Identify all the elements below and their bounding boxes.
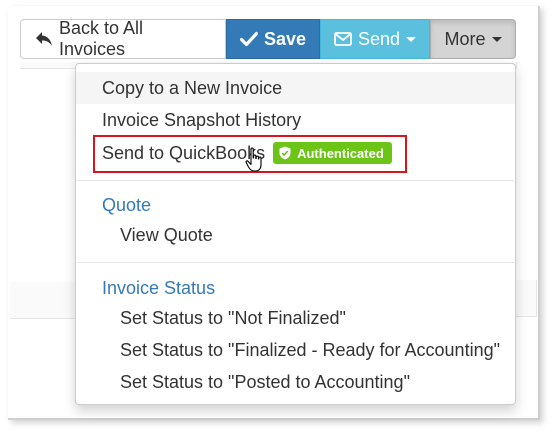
save-button[interactable]: Save [226,19,320,59]
menu-divider [77,262,514,263]
envelope-icon [334,32,352,46]
invoice-status-section-header: Invoice Status [102,274,215,302]
hand-pointer-cursor-icon [245,147,265,178]
menu-item-label: Set Status to "Not Finalized" [120,307,346,328]
reply-arrow-icon [35,31,53,47]
menu-item-label: Copy to a New Invoice [102,77,283,98]
section-header-label: Invoice Status [102,277,216,298]
shield-check-icon [279,146,291,160]
menu-item-view-quote[interactable]: View Quote [76,219,515,251]
menu-item-label: Send to QuickBooks [102,142,266,163]
authenticated-badge-label: Authenticated [297,145,384,161]
menu-item-status-finalized[interactable]: Set Status to "Finalized - Ready for Acc… [76,334,515,366]
menu-item-label: Set Status to "Finalized - Ready for Acc… [120,339,500,360]
menu-item-status-not-finalized[interactable]: Set Status to "Not Finalized" [76,302,515,334]
menu-item-label: Invoice Snapshot History [102,109,302,130]
background-panel-left [10,282,76,319]
chevron-down-icon [491,36,502,42]
menu-item-label: View Quote [120,224,213,245]
back-to-invoices-label: Back to All Invoices [59,18,144,59]
menu-item-label: Set Status to "Posted to Accounting" [120,371,410,392]
send-dropdown-button[interactable]: Send [320,19,430,59]
checkmark-icon [239,31,258,47]
section-header-label: Quote [102,194,152,215]
menu-divider [77,180,514,181]
quote-section-header: Quote [102,191,151,219]
menu-item-copy-invoice[interactable]: Copy to a New Invoice [76,72,515,104]
back-to-invoices-button[interactable]: Back to All Invoices [20,18,226,59]
more-dropdown-menu: Copy to a New Invoice Invoice Snapshot H… [75,63,516,405]
menu-item-status-posted[interactable]: Set Status to "Posted to Accounting" [76,366,515,398]
invoice-toolbar: Back to All Invoices Save Send More [20,18,516,59]
save-label: Save [263,28,307,49]
menu-item-send-to-quickbooks[interactable]: Send to QuickBooks Authenticated [76,137,515,169]
chevron-down-icon [406,36,417,42]
more-dropdown-button[interactable]: More [430,19,516,59]
send-label: Send [357,28,401,49]
authenticated-badge: Authenticated [273,142,392,164]
more-label: More [444,28,486,49]
menu-item-snapshot-history[interactable]: Invoice Snapshot History [76,104,515,136]
background-panel-right [516,280,537,317]
